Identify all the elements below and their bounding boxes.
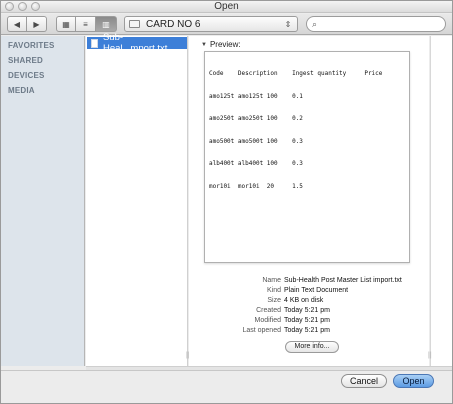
open-dialog: Open ◀ ▶ ▦ ≡ ▥ CARD NO 6 ⇕ ⌕ FAVORITES S… [0,0,453,404]
file-column: Sub-Heal...mport.txt [86,32,188,366]
more-info-button[interactable]: More info... [285,341,339,353]
preview-line: amo500t amo500t 100 0.3 [209,137,303,145]
column-view-button[interactable]: ▥ [96,16,117,32]
info-key: Modified [254,317,281,324]
preview-label: ▼ Preview: [201,40,241,49]
icon-view-icon: ▦ [62,19,70,29]
sidebar-section-devices[interactable]: DEVICES [8,71,45,80]
info-row-created: Created Today 5:21 pm [189,306,429,315]
folder-icon [129,20,140,28]
list-view-button[interactable]: ≡ [76,16,96,32]
info-key: Size [267,297,281,304]
cancel-button[interactable]: Cancel [341,374,387,388]
info-key: Name [262,277,281,284]
info-row-size: Size 4 KB on disk [189,296,429,305]
disclosure-triangle-icon[interactable]: ▼ [201,42,207,48]
info-row-kind: Kind Plain Text Document [189,286,429,295]
back-button[interactable]: ◀ [7,16,27,32]
info-key: Last opened [242,327,281,334]
sidebar-section-media[interactable]: MEDIA [8,86,35,95]
info-row-last-opened: Last opened Today 5:21 pm [189,326,429,335]
column-resize-handle[interactable]: || [428,352,432,359]
popup-arrows-icon: ⇕ [284,19,292,29]
column-view-icon: ▥ [102,19,110,29]
sidebar: FAVORITES SHARED DEVICES MEDIA [1,36,85,366]
preview-label-text: Preview: [209,40,241,49]
preview-line: mor10i mor10i 20 1.5 [209,182,303,190]
file-item-selected[interactable]: Sub-Heal...mport.txt [87,32,187,54]
search-icon: ⌕ [312,18,318,29]
preview-document: Code Description Ingest quantity Price a… [204,51,410,263]
info-value: 4 KB on disk [284,297,324,304]
preview-line: Code Description Ingest quantity Price [209,70,383,77]
info-value: Plain Text Document [284,287,349,294]
file-item-label: Sub-Heal...mport.txt [102,32,168,54]
list-view-icon: ≡ [83,19,88,29]
title-bar: Open [1,1,452,13]
info-row-name: Name Sub-Health Post Master List import.… [189,276,429,285]
preview-column: ▼ Preview: Code Description Ingest quant… [189,36,429,366]
location-name: CARD NO 6 [146,18,201,30]
search-field[interactable]: ⌕ [306,16,446,32]
sidebar-section-shared[interactable]: SHARED [8,56,43,65]
location-popup[interactable]: CARD NO 6 ⇕ [124,16,298,32]
text-file-icon [91,38,98,48]
back-arrow-icon: ◀ [13,19,21,29]
preview-line: amo250t amo250t 100 0.2 [209,115,303,122]
window-title: Open [214,1,239,12]
info-key: Created [256,307,281,314]
preview-line: alb400t alb400t 100 0.3 [209,160,303,167]
forward-button[interactable]: ▶ [27,16,47,32]
sidebar-section-favorites[interactable]: FAVORITES [8,41,55,50]
info-value: Today 5:21 pm [284,327,330,334]
info-row-modified: Modified Today 5:21 pm [189,316,429,325]
forward-arrow-icon: ▶ [33,19,40,29]
preview-document-text: Code Description Ingest quantity Price a… [209,55,382,205]
dialog-footer: Cancel Open [1,370,452,403]
icon-view-button[interactable]: ▦ [56,16,76,32]
preview-line: amo125t amo125t 100 0.1 [209,92,303,100]
info-value: Today 5:21 pm [284,317,330,324]
open-button[interactable]: Open [393,374,434,388]
info-value: Today 5:21 pm [284,307,330,314]
info-value: Sub-Health Post Master List import.txt [284,277,402,284]
info-key: Kind [266,287,281,294]
empty-column [430,36,452,366]
toolbar: ◀ ▶ ▦ ≡ ▥ CARD NO 6 ⇕ ⌕ [1,14,452,35]
